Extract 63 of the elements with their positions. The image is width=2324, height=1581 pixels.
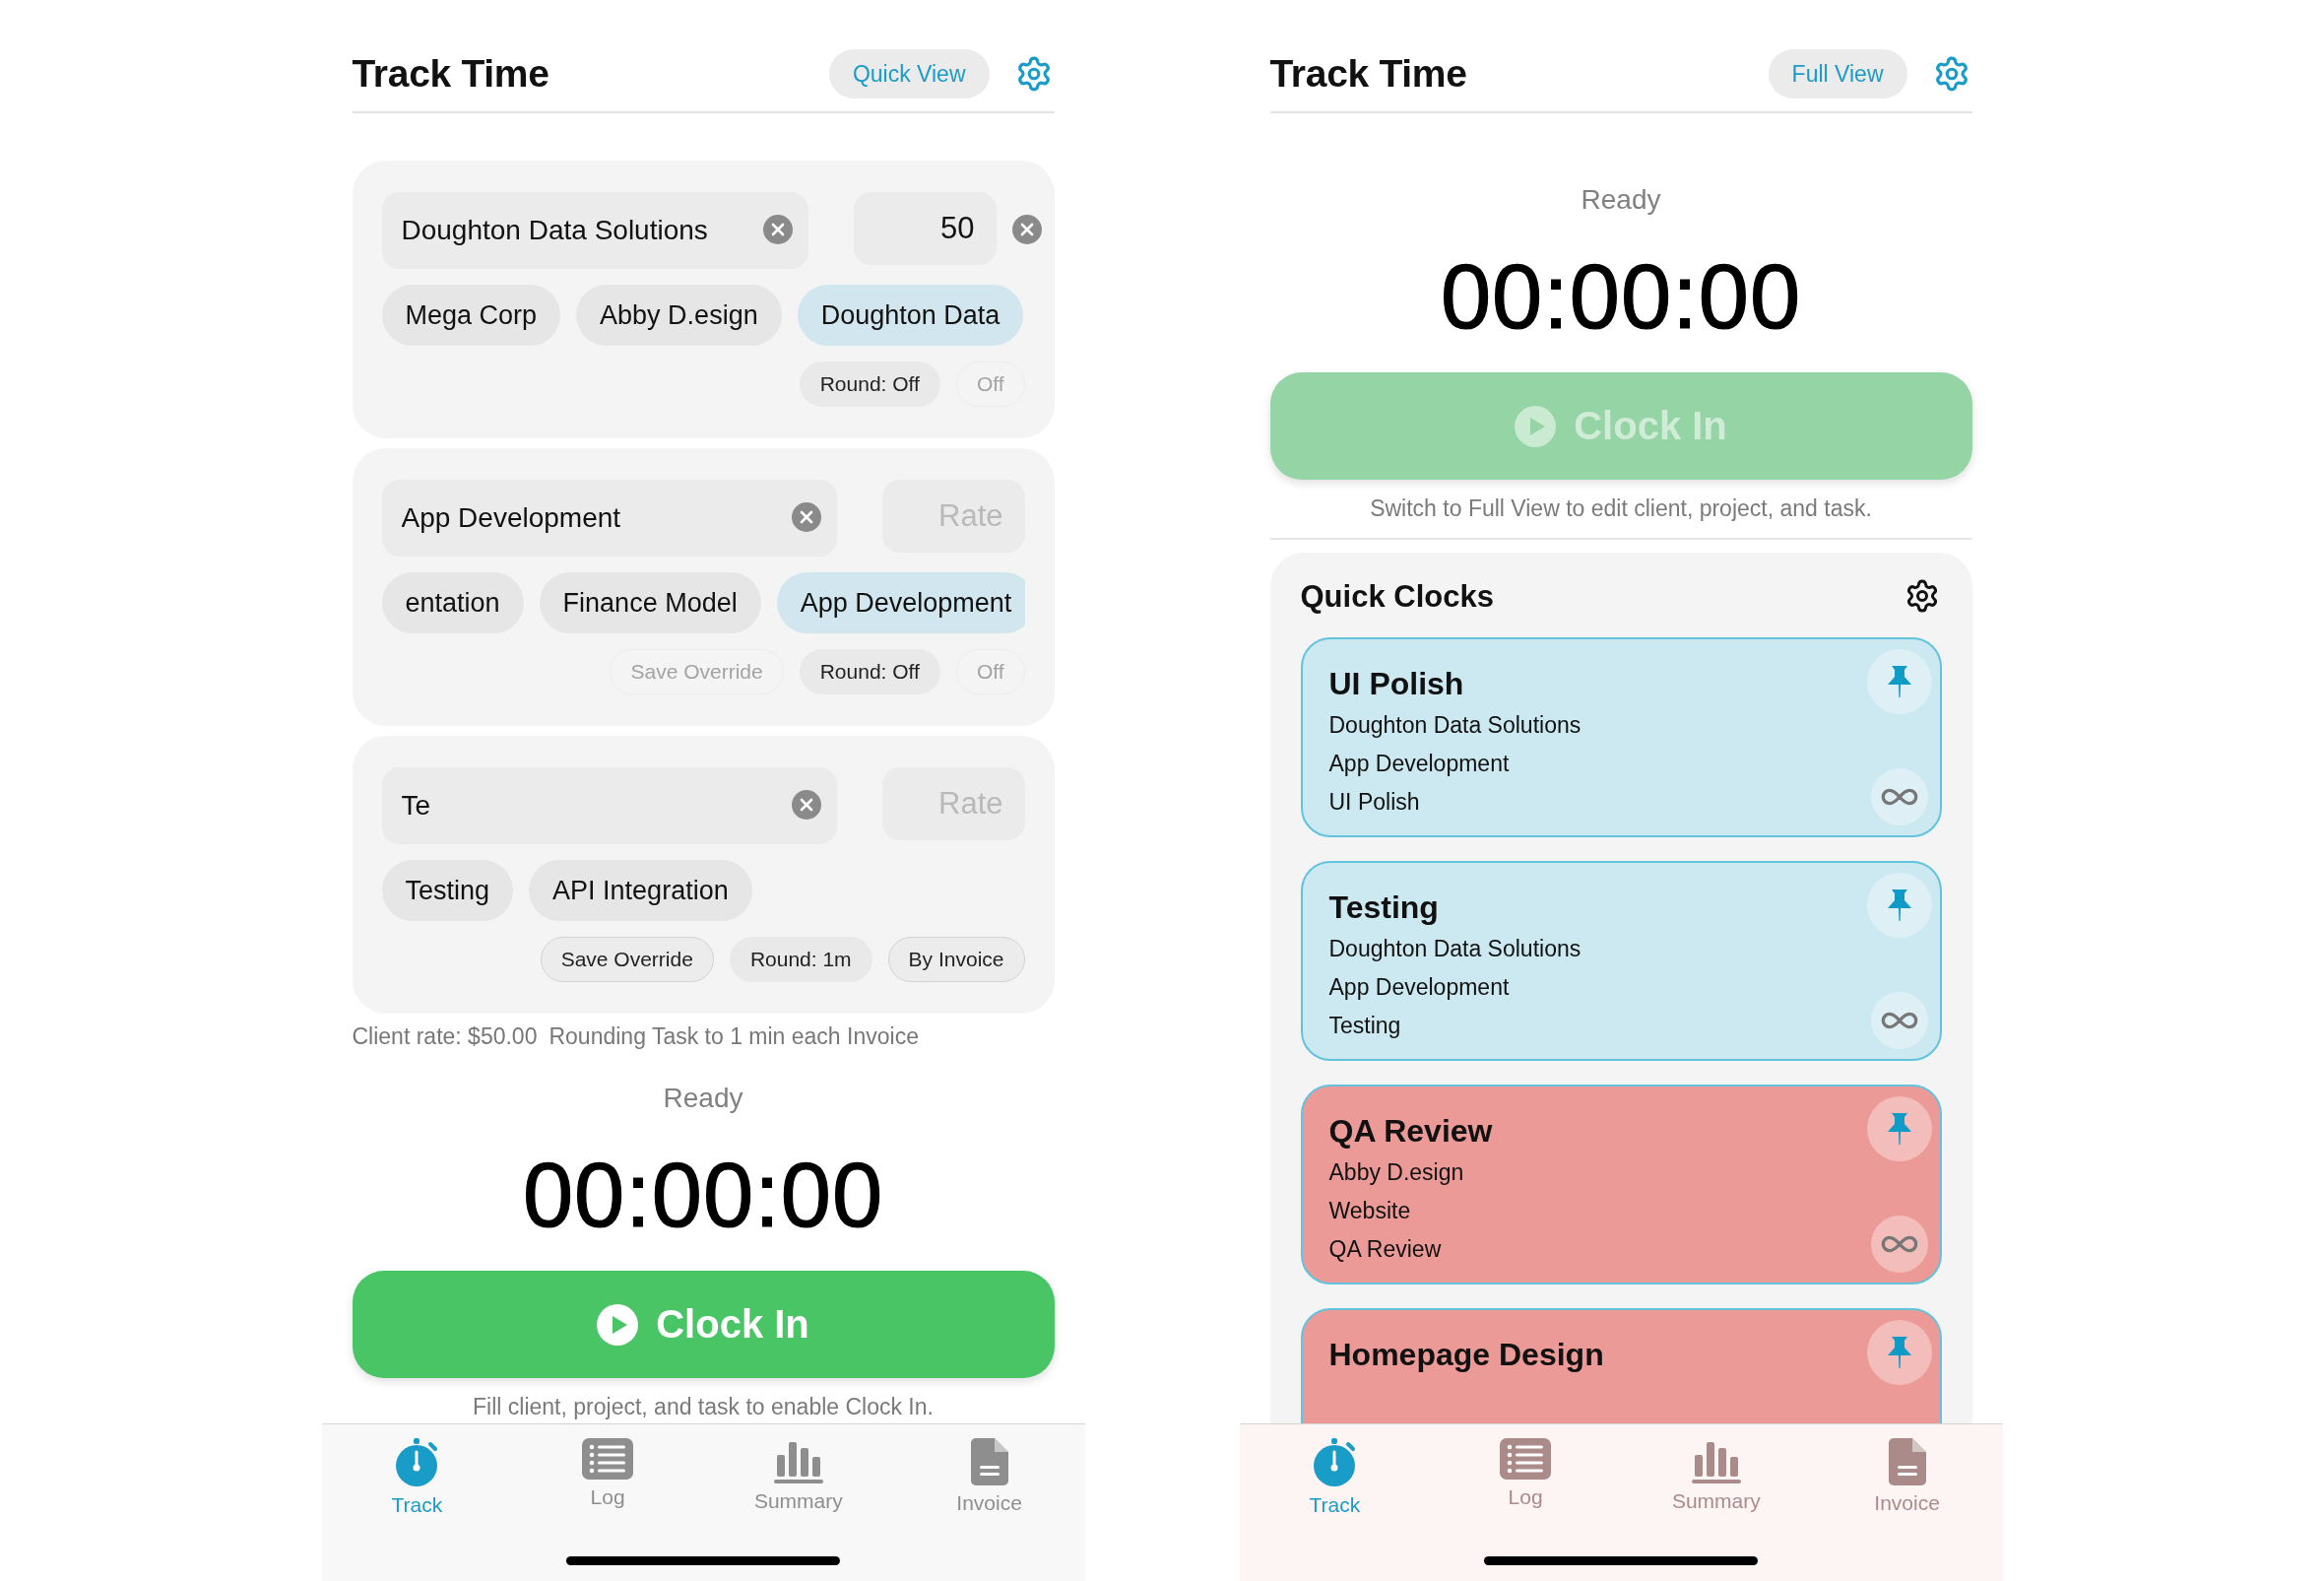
clock-detail: Testing: [1328, 1012, 1402, 1040]
pin-icon: [1885, 888, 1913, 923]
clear-icon: [762, 215, 793, 244]
option-button[interactable]: Round: Off: [799, 649, 940, 694]
clock-detail: Abby D.esign: [1328, 1158, 1465, 1187]
option-chip[interactable]: Doughton Data: [797, 285, 1024, 346]
hint-text: Fill client, project, and task to enable Clock In.: [473, 1393, 934, 1421]
status-text: Ready: [1581, 183, 1661, 217]
document-icon: [970, 1438, 1008, 1485]
option-chip[interactable]: Mega Corp: [381, 285, 561, 346]
clock-detail: UI Polish: [1328, 788, 1421, 817]
timer-display: 00:00:00: [1440, 245, 1802, 349]
clear-button[interactable]: [791, 502, 823, 534]
list-icon: [582, 1438, 634, 1480]
clock-title: Testing: [1328, 889, 1440, 927]
clock-detail: App Development: [1328, 750, 1511, 778]
text-field[interactable]: App Development: [381, 480, 837, 557]
play-icon: [597, 1303, 639, 1346]
pin-icon: [1885, 1111, 1913, 1147]
quick-clock-card[interactable]: Homepage Design: [1300, 1308, 1942, 1423]
timer-display: 00:00:00: [522, 1144, 884, 1247]
clock-detail: Website: [1328, 1197, 1412, 1225]
clock-title: QA Review: [1328, 1112, 1494, 1151]
option-chip[interactable]: API Integration: [529, 860, 752, 921]
clock-title: UI Polish: [1328, 665, 1465, 703]
option-chip[interactable]: App Development: [776, 572, 1025, 633]
clear-button[interactable]: [1011, 215, 1042, 246]
clock-detail: Doughton Data Solutions: [1328, 711, 1582, 740]
summary-text: Rounding Task to 1 min each Invoice: [549, 1022, 919, 1051]
option-button[interactable]: By Invoice: [887, 937, 1025, 982]
clock-detail: Doughton Data Solutions: [1328, 935, 1582, 963]
screen-title: Track Time: [1269, 52, 1468, 96]
option-chip[interactable]: entation: [381, 572, 524, 633]
option-button[interactable]: Round: Off: [799, 362, 940, 407]
option-chip[interactable]: Finance Model: [539, 572, 761, 633]
status-text: Ready: [663, 1082, 743, 1115]
option-chip[interactable]: Testing: [381, 860, 514, 921]
clear-button[interactable]: [762, 215, 795, 246]
option-button[interactable]: Round: 1m: [729, 937, 872, 982]
option-button[interactable]: Save Override: [540, 937, 714, 982]
clear-icon: [791, 502, 821, 532]
quick-clock-card[interactable]: QA Review Abby D.esign Website QA Review: [1300, 1085, 1942, 1285]
rate-field[interactable]: 50: [853, 192, 997, 265]
screen-title: Track Time: [352, 52, 550, 96]
pin-icon: [1885, 664, 1913, 699]
quick-clock-card[interactable]: Testing Doughton Data Solutions App Development Testing: [1300, 861, 1942, 1061]
panel-title: Quick Clocks: [1300, 579, 1494, 615]
clock-detail: App Development: [1328, 973, 1511, 1002]
document-icon: [1888, 1438, 1926, 1485]
clock-detail: QA Review: [1328, 1235, 1443, 1264]
clear-icon: [791, 790, 821, 820]
text-field[interactable]: Te: [381, 767, 837, 844]
list-icon: [1500, 1438, 1552, 1480]
clock-title: Homepage Design: [1328, 1336, 1605, 1374]
pin-icon: [1885, 1335, 1913, 1370]
option-chip[interactable]: Abby D.esign: [576, 285, 782, 346]
quick-clock-card[interactable]: UI Polish Doughton Data Solutions App Development UI Polish: [1300, 637, 1942, 837]
text-field[interactable]: Doughton Data Solutions: [381, 192, 808, 269]
play-icon: [1515, 405, 1557, 447]
summary-text: Client rate: $50.00: [352, 1022, 538, 1051]
hint-text: Switch to Full View to edit client, project, and task.: [1370, 494, 1872, 523]
clear-button[interactable]: [791, 790, 823, 822]
clear-icon: [1011, 215, 1042, 244]
